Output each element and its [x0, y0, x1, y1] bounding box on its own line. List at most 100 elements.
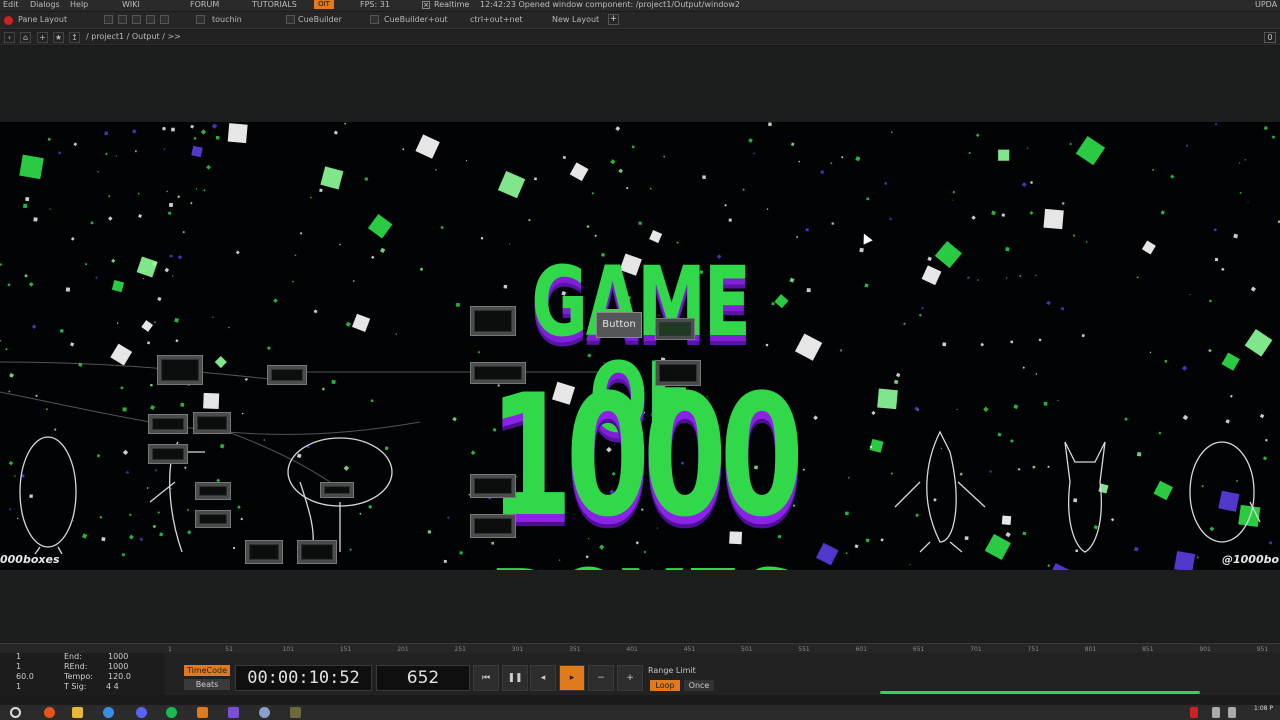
- taskbar-clock[interactable]: 1:08 P: [1254, 706, 1273, 712]
- bookmark-icon[interactable]: ★: [53, 32, 64, 43]
- timecode-toggle[interactable]: TimeCode: [184, 665, 230, 676]
- operator-node[interactable]: [195, 482, 231, 500]
- back-icon[interactable]: ‹: [4, 32, 15, 43]
- particle: [1110, 518, 1115, 522]
- zero-button[interactable]: 0: [1264, 32, 1276, 43]
- layout-hsplit-icon[interactable]: [132, 15, 141, 24]
- particle: [128, 534, 134, 540]
- layout-quad-icon[interactable]: [146, 15, 155, 24]
- tempo-value[interactable]: 120.0: [108, 672, 131, 681]
- realtime-checkbox[interactable]: ×: [422, 1, 430, 9]
- search-icon[interactable]: [10, 707, 21, 718]
- timeline-ruler[interactable]: 1 51 101 151 201 251 301 351 401 451 501 551 601 651 7…: [0, 643, 1280, 653]
- operator-node[interactable]: [245, 540, 283, 564]
- operator-node[interactable]: [470, 306, 516, 336]
- menu-tutorials[interactable]: TUTORIALS: [252, 0, 297, 9]
- frame-display[interactable]: 652: [376, 665, 470, 691]
- operator-node[interactable]: [320, 482, 354, 498]
- pane-layout-label[interactable]: Pane Layout: [18, 15, 67, 24]
- operator-node[interactable]: [267, 365, 307, 385]
- operator-node[interactable]: [470, 474, 516, 498]
- tab-new-layout[interactable]: New Layout: [552, 15, 599, 24]
- discord-icon[interactable]: [136, 707, 147, 718]
- menu-forum[interactable]: FORUM: [190, 0, 219, 9]
- spotify-icon[interactable]: [166, 707, 177, 718]
- touchdesigner-icon[interactable]: [290, 707, 301, 718]
- layout-triple-icon[interactable]: [160, 15, 169, 24]
- menu-help[interactable]: Help: [70, 0, 88, 9]
- operator-node[interactable]: [655, 360, 701, 386]
- add-pane-icon[interactable]: +: [608, 14, 619, 25]
- operator-node[interactable]: [297, 540, 337, 564]
- chrome-icon[interactable]: [103, 707, 114, 718]
- layout-split-icon[interactable]: [118, 15, 127, 24]
- tab-ctrl-out-net[interactable]: ctrl+out+net: [470, 15, 523, 24]
- operator-node[interactable]: [470, 362, 526, 384]
- update-label[interactable]: UPDA: [1255, 0, 1277, 9]
- rend-value[interactable]: 1000: [108, 662, 128, 671]
- tab-cuebuilder-out[interactable]: CueBuilder+out: [384, 15, 448, 24]
- menu-wiki[interactable]: WIKI: [122, 0, 140, 9]
- play-icon[interactable]: ▸: [559, 665, 585, 691]
- particle: [968, 151, 971, 155]
- operator-node[interactable]: [157, 355, 203, 385]
- particle: [190, 124, 195, 129]
- minus-icon[interactable]: −: [588, 665, 614, 691]
- start-value[interactable]: 1: [16, 652, 21, 661]
- parent-icon[interactable]: ↥: [69, 32, 80, 43]
- status-message: 12:42:23 Opened window component: /proje…: [480, 0, 740, 9]
- menu-dialogs[interactable]: Dialogs: [30, 0, 60, 9]
- volume-icon[interactable]: [1228, 707, 1236, 718]
- once-button[interactable]: Once: [684, 680, 714, 691]
- layout-single-icon[interactable]: [104, 15, 113, 24]
- loop-button[interactable]: Loop: [650, 680, 680, 691]
- vpn-icon[interactable]: [228, 707, 239, 718]
- wifi-icon[interactable]: [1212, 707, 1220, 718]
- oit-badge[interactable]: OIT: [314, 0, 334, 9]
- record-icon[interactable]: [4, 16, 13, 25]
- particle: [352, 279, 355, 282]
- particle: [7, 283, 11, 287]
- operator-node[interactable]: [655, 318, 695, 340]
- particle: [1019, 274, 1022, 278]
- folder-icon[interactable]: [72, 707, 83, 718]
- add-icon[interactable]: +: [37, 32, 48, 43]
- rstart-value[interactable]: 1: [16, 662, 21, 671]
- app-icon[interactable]: [197, 707, 208, 718]
- output-viewer[interactable]: GAME OF 1000 BOXES: [0, 122, 1280, 570]
- rewind-icon[interactable]: ⏮: [473, 665, 499, 691]
- particle: [244, 377, 248, 381]
- path-bar: ‹ ⌂ + ★ ↥ / project1 / Output / >> 0: [0, 30, 1280, 45]
- particle: [320, 166, 344, 190]
- operator-node[interactable]: [148, 414, 188, 434]
- beats-toggle[interactable]: Beats: [184, 679, 230, 690]
- particle: [212, 316, 214, 319]
- network-path[interactable]: / project1 / Output / >>: [86, 32, 181, 41]
- particle: [1174, 551, 1196, 570]
- plus-icon[interactable]: +: [617, 665, 643, 691]
- end-value[interactable]: 1000: [108, 652, 128, 661]
- operator-node[interactable]: [470, 514, 516, 538]
- tray-icon[interactable]: [1190, 707, 1198, 718]
- ruler-tick: 751: [1027, 646, 1039, 653]
- particle: [206, 164, 211, 170]
- particle: [90, 221, 94, 225]
- particle: [110, 343, 133, 366]
- tsig-value[interactable]: 4 4: [106, 682, 119, 691]
- menu-edit[interactable]: Edit: [3, 0, 19, 9]
- settings-icon[interactable]: [259, 707, 270, 718]
- tab-touchin[interactable]: touchin: [212, 15, 242, 24]
- rate-value[interactable]: 60.0: [16, 672, 34, 681]
- f-value[interactable]: 1: [16, 682, 21, 691]
- operator-node[interactable]: [193, 412, 231, 434]
- operator-node[interactable]: [195, 510, 231, 528]
- tab-cuebuilder[interactable]: CueBuilder: [298, 15, 342, 24]
- timecode-display[interactable]: 00:00:10:52: [235, 665, 372, 691]
- button-operator[interactable]: Button: [596, 312, 642, 338]
- step-back-icon[interactable]: ◂: [530, 665, 556, 691]
- home-icon[interactable]: ⌂: [20, 32, 31, 43]
- operator-node[interactable]: [148, 444, 188, 464]
- pause-icon[interactable]: ❚❚: [502, 665, 528, 691]
- origin-icon[interactable]: [44, 707, 55, 718]
- particle: [1201, 485, 1204, 488]
